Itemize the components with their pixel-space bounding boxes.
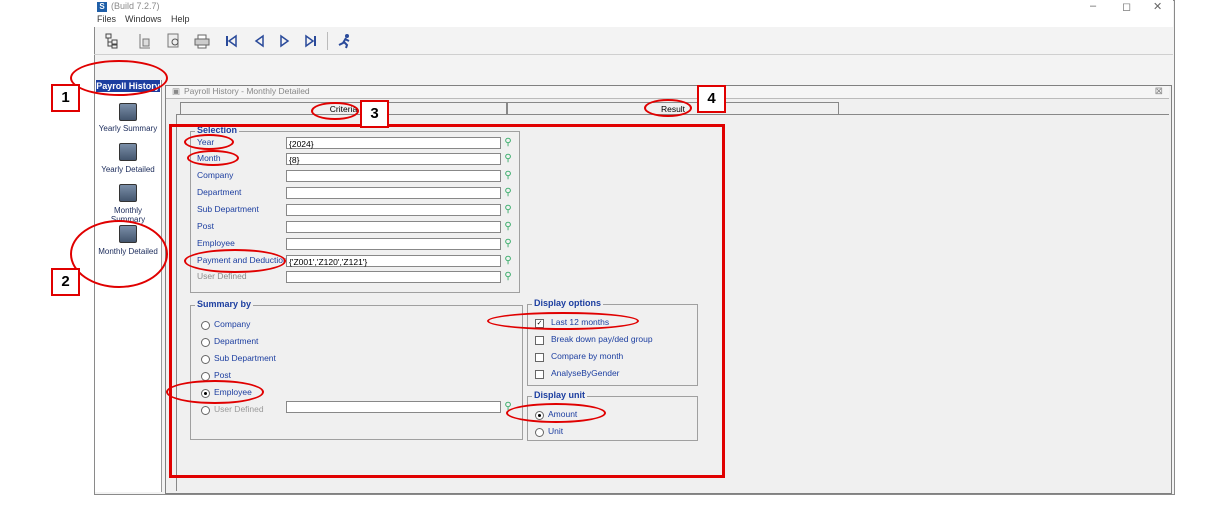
minimize-icon[interactable]: –: [1090, 0, 1096, 12]
panel-title-bar: ▣ Payroll History - Monthly Detailed ⊠: [166, 86, 1169, 99]
toolbar-separator: [327, 32, 328, 50]
report-icon[interactable]: [119, 143, 137, 161]
toolbar-divider: [94, 54, 1173, 55]
menu-bar: [94, 14, 1173, 27]
sidebar-item-yearly-detailed[interactable]: Yearly Detailed: [96, 165, 160, 174]
amount-highlight: [506, 403, 606, 423]
preview-icon[interactable]: [165, 32, 183, 50]
year-highlight: [184, 134, 234, 150]
app-logo-icon: S: [97, 2, 107, 12]
window-icon: ▣: [172, 86, 181, 96]
menu-files[interactable]: Files: [97, 14, 116, 24]
criteria-highlight-box: [169, 124, 725, 478]
menu-windows[interactable]: Windows: [125, 14, 162, 24]
callout-4: 4: [697, 85, 726, 113]
result-tab-highlight: [644, 99, 692, 117]
tree-icon[interactable]: [103, 32, 121, 50]
panel-title: Payroll History - Monthly Detailed: [184, 86, 310, 96]
title-bar: [94, 0, 1173, 14]
sidebar-item-yearly-summary[interactable]: Yearly Summary: [96, 124, 160, 133]
run-icon[interactable]: [336, 32, 354, 50]
last-12-months-highlight: [487, 312, 639, 330]
menu-help[interactable]: Help: [171, 14, 190, 24]
callout-3: 3: [360, 100, 389, 128]
month-highlight: [187, 150, 239, 166]
monthly-detailed-highlight: [70, 220, 168, 288]
employee-highlight: [166, 380, 264, 404]
callout-2: 2: [51, 268, 80, 296]
restore-icon[interactable]: ◻: [1122, 0, 1131, 13]
doc-icon[interactable]: [136, 32, 154, 50]
payroll-history-highlight: [70, 60, 168, 96]
payment-deduction-highlight: [184, 249, 286, 273]
close-icon[interactable]: ✕: [1153, 0, 1162, 13]
window-title: (Build 7.2.7): [111, 1, 160, 11]
callout-1: 1: [51, 84, 80, 112]
print-icon[interactable]: [193, 32, 211, 50]
report-icon[interactable]: [119, 103, 137, 121]
report-icon[interactable]: [119, 184, 137, 202]
criteria-tab-highlight: [311, 102, 359, 120]
next-icon[interactable]: [276, 32, 294, 50]
prev-icon[interactable]: [250, 32, 268, 50]
panel-close-icon[interactable]: ⊠: [1155, 86, 1163, 97]
last-icon[interactable]: [302, 32, 320, 50]
first-icon[interactable]: [222, 32, 240, 50]
